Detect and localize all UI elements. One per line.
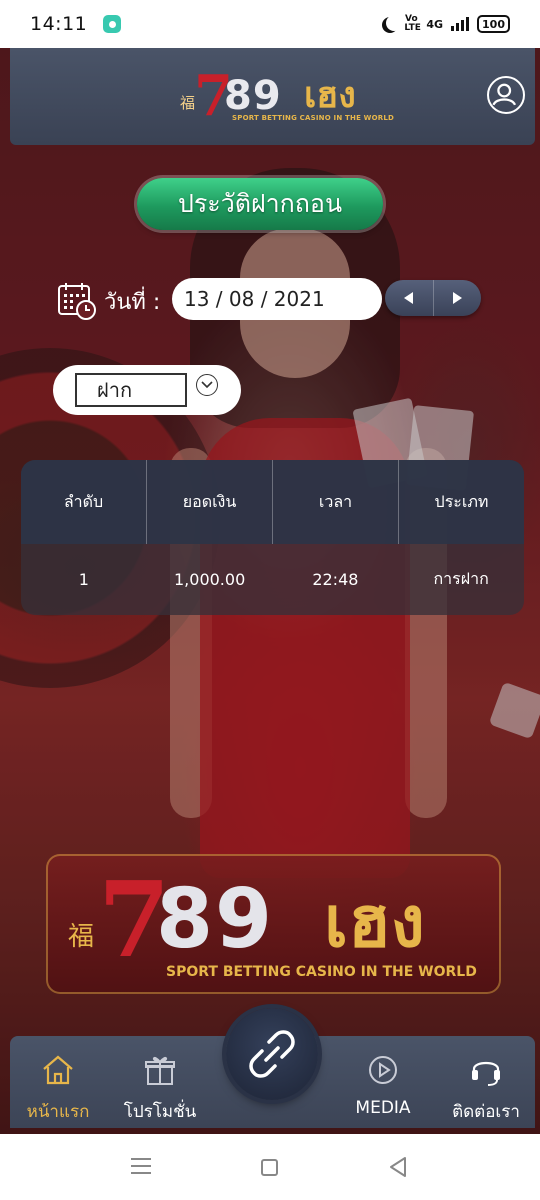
nav-label-media: MEDIA: [355, 1098, 411, 1118]
cell-amount: 1,000.00: [174, 570, 246, 589]
cell-time: 22:48: [312, 570, 359, 589]
nav-item-home[interactable]: หน้าแรก: [24, 1036, 92, 1128]
nav-label-contact: ติดต่อเรา: [452, 1102, 520, 1122]
status-indicators: Vo LTE 4G 100: [380, 15, 510, 33]
brand-banner-logo: 福 7 89 เฮง SPORT BETTING CASINO IN THE W…: [46, 854, 501, 994]
brand-logo[interactable]: 福 7 89 เฮง SPORT BETTING CASINO IN THE W…: [180, 68, 394, 126]
play-circle-icon: [369, 1056, 397, 1084]
table-row: 1 1,000.00 22:48 การฝาก: [21, 544, 524, 615]
home-icon: [43, 1055, 73, 1085]
nav-item-media[interactable]: MEDIA: [352, 1036, 414, 1128]
headset-icon: [472, 1061, 500, 1086]
logo-fu-glyph: 福: [180, 94, 196, 112]
next-day-button[interactable]: [432, 280, 482, 316]
volte-indicator: Vo LTE: [404, 14, 421, 33]
logo-heng: เฮง: [304, 75, 356, 116]
back-triangle-icon[interactable]: [388, 1156, 408, 1178]
calendar-clock-icon: [58, 283, 96, 320]
date-stepper: [385, 280, 481, 316]
column-header-amount: ยอดเงิน: [146, 460, 272, 544]
column-header-time: เวลา: [272, 460, 398, 544]
gift-icon: [145, 1056, 175, 1085]
triangle-left-icon: [403, 292, 413, 304]
banner-heng: เฮง: [324, 881, 425, 963]
status-time: 14:11: [30, 13, 88, 35]
signal-bars-icon: [451, 17, 470, 31]
column-header-type: ประเภท: [398, 460, 524, 544]
battery-indicator: 100: [477, 15, 510, 33]
banner-fu-glyph: 福: [68, 922, 95, 952]
system-navigation-bar: [0, 1134, 540, 1200]
user-circle-icon[interactable]: [487, 76, 525, 114]
nav-item-promotion[interactable]: โปรโมชั่น: [120, 1036, 200, 1128]
transaction-type-select[interactable]: ฝาก: [75, 373, 187, 407]
recent-apps-icon[interactable]: [131, 1158, 151, 1174]
banner-tagline: SPORT BETTING CASINO IN THE WORLD: [166, 964, 477, 980]
logo-tagline: SPORT BETTING CASINO IN THE WORLD: [232, 114, 395, 122]
nav-label-promotion: โปรโมชั่น: [123, 1102, 197, 1122]
transaction-table: ลำดับ ยอดเงิน เวลา ประเภท 1 1,000.00 22:…: [21, 460, 524, 615]
home-square-icon[interactable]: [261, 1159, 278, 1176]
triangle-right-icon: [453, 292, 463, 304]
previous-day-button[interactable]: [385, 280, 433, 316]
cell-type: การฝาก: [433, 569, 489, 588]
transaction-type-filter[interactable]: ฝาก: [53, 365, 241, 415]
app-header: 福 7 89 เฮง SPORT BETTING CASINO IN THE W…: [10, 48, 535, 145]
notification-app-icon: [103, 15, 122, 33]
page-title: ประวัติฝากถอน: [137, 178, 383, 230]
banner-eighty-nine: 89: [156, 872, 275, 967]
app-screen: 福 7 89 เฮง SPORT BETTING CASINO IN THE W…: [0, 48, 540, 1134]
nav-item-contact[interactable]: ติดต่อเรา: [446, 1036, 526, 1128]
table-header: ลำดับ ยอดเงิน เวลา ประเภท: [21, 460, 524, 544]
column-header-order: ลำดับ: [63, 491, 104, 511]
do-not-disturb-moon-icon: [386, 15, 402, 31]
date-label: วันที่ :: [104, 290, 161, 315]
status-bar: 14:11 Vo LTE 4G 100: [0, 0, 540, 48]
link-icon: [249, 1030, 295, 1078]
chevron-down-icon[interactable]: [196, 374, 218, 396]
network-type: 4G: [426, 17, 444, 31]
date-field[interactable]: 13 / 08 / 2021: [172, 278, 382, 320]
cell-order: 1: [78, 570, 89, 589]
nav-label-home: หน้าแรก: [26, 1102, 90, 1122]
logo-eighty-nine: 89: [224, 73, 282, 119]
center-link-button[interactable]: [226, 1008, 318, 1100]
